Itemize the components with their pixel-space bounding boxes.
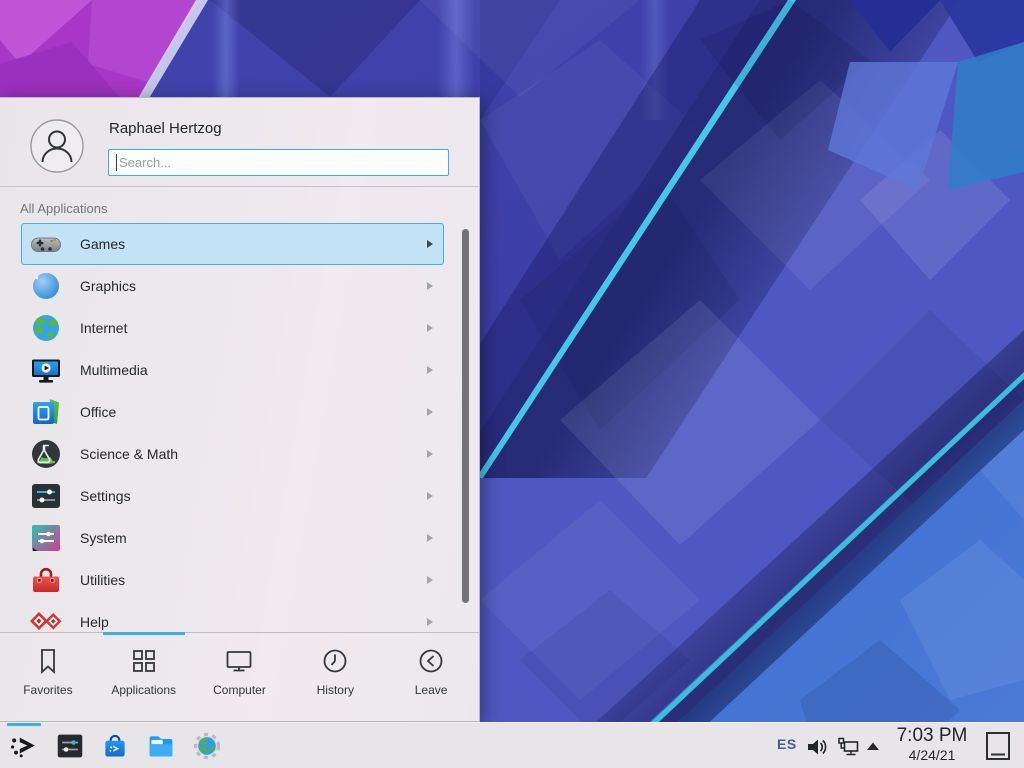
sphere-icon: [30, 270, 62, 302]
flask-icon: [30, 438, 62, 470]
menu-item-help[interactable]: Help: [21, 601, 444, 632]
menu-item-label: System: [80, 530, 427, 546]
application-category-list: Games Graphics Internet: [0, 223, 479, 632]
menu-item-office[interactable]: Office: [21, 391, 444, 433]
menu-item-label: Games: [80, 236, 427, 252]
tab-favorites[interactable]: Favorites: [0, 633, 96, 722]
submenu-arrow-icon: [427, 408, 433, 416]
clock-date: 4/24/21: [889, 747, 975, 763]
monitor-play-icon: [30, 354, 62, 386]
gamepad-icon: [30, 228, 62, 260]
menu-item-games[interactable]: Games: [21, 223, 444, 265]
digital-clock[interactable]: 7:03 PM 4/24/21: [889, 725, 975, 763]
lifebuoy-icon: [30, 606, 62, 632]
bookmark-icon: [33, 646, 63, 676]
tab-label: History: [317, 683, 354, 697]
menu-item-label: Graphics: [80, 278, 427, 294]
show-desktop-button[interactable]: [985, 731, 1011, 761]
menu-item-settings[interactable]: Settings: [21, 475, 444, 517]
clock-icon: [320, 646, 350, 676]
text-caret: [116, 154, 117, 171]
system-sliders-icon: [30, 522, 62, 554]
globe-gear-icon[interactable]: [193, 732, 221, 760]
launcher-tab-bar: Favorites Applications Computer History: [0, 632, 479, 722]
menu-item-system[interactable]: System: [21, 517, 444, 559]
submenu-arrow-icon: [427, 450, 433, 458]
submenu-arrow-icon: [427, 240, 433, 248]
menu-item-label: Utilities: [80, 572, 427, 588]
menu-item-utilities[interactable]: Utilities: [21, 559, 444, 601]
submenu-arrow-icon: [427, 366, 433, 374]
shopping-bag-icon[interactable]: [101, 732, 129, 760]
folder-icon[interactable]: [147, 732, 175, 760]
user-name: Raphael Hertzog: [109, 120, 222, 137]
taskbar: ES 7:03 PM 4/24/21: [0, 722, 1024, 768]
tab-label: Leave: [415, 683, 448, 697]
tab-label: Applications: [111, 683, 176, 697]
menu-item-label: Science & Math: [80, 446, 427, 462]
section-label: All Applications: [20, 201, 107, 216]
globe-icon: [30, 312, 62, 344]
submenu-arrow-icon: [427, 534, 433, 542]
tab-label: Computer: [213, 683, 266, 697]
submenu-arrow-icon: [427, 576, 433, 584]
launcher-header: Raphael Hertzog: [0, 98, 479, 187]
kali-menu-icon[interactable]: [9, 731, 39, 761]
keyboard-layout-indicator[interactable]: ES: [777, 736, 797, 752]
user-avatar-icon: [30, 119, 84, 173]
network-icon[interactable]: [836, 736, 860, 758]
submenu-arrow-icon: [427, 282, 433, 290]
menu-item-label: Settings: [80, 488, 427, 504]
toolbox-icon: [30, 564, 62, 596]
submenu-arrow-icon: [427, 492, 433, 500]
tab-leave[interactable]: Leave: [383, 633, 479, 722]
scrollbar[interactable]: [462, 229, 469, 603]
settings-sliders-icon[interactable]: [56, 732, 84, 760]
menu-item-label: Office: [80, 404, 427, 420]
menu-item-label: Internet: [80, 320, 427, 336]
tab-history[interactable]: History: [287, 633, 383, 722]
submenu-arrow-icon: [427, 618, 433, 626]
computer-icon: [224, 646, 254, 676]
tab-applications[interactable]: Applications: [96, 633, 192, 722]
menu-item-multimedia[interactable]: Multimedia: [21, 349, 444, 391]
submenu-arrow-icon: [427, 324, 433, 332]
tab-computer[interactable]: Computer: [192, 633, 288, 722]
volume-icon[interactable]: [806, 736, 830, 758]
menu-item-science-math[interactable]: Science & Math: [21, 433, 444, 475]
sliders-icon: [30, 480, 62, 512]
search-input[interactable]: [108, 149, 449, 176]
clock-time: 7:03 PM: [889, 725, 975, 747]
menu-item-label: Multimedia: [80, 362, 427, 378]
grid-icon: [129, 646, 159, 676]
menu-item-internet[interactable]: Internet: [21, 307, 444, 349]
leave-icon: [416, 646, 446, 676]
tab-label: Favorites: [23, 683, 72, 697]
menu-item-graphics[interactable]: Graphics: [21, 265, 444, 307]
document-icon: [30, 396, 62, 428]
expand-arrow-icon[interactable]: [865, 741, 881, 751]
application-launcher-menu: Raphael Hertzog All Applications Games: [0, 97, 480, 722]
menu-item-label: Help: [80, 614, 427, 630]
active-task-indicator: [7, 723, 41, 726]
